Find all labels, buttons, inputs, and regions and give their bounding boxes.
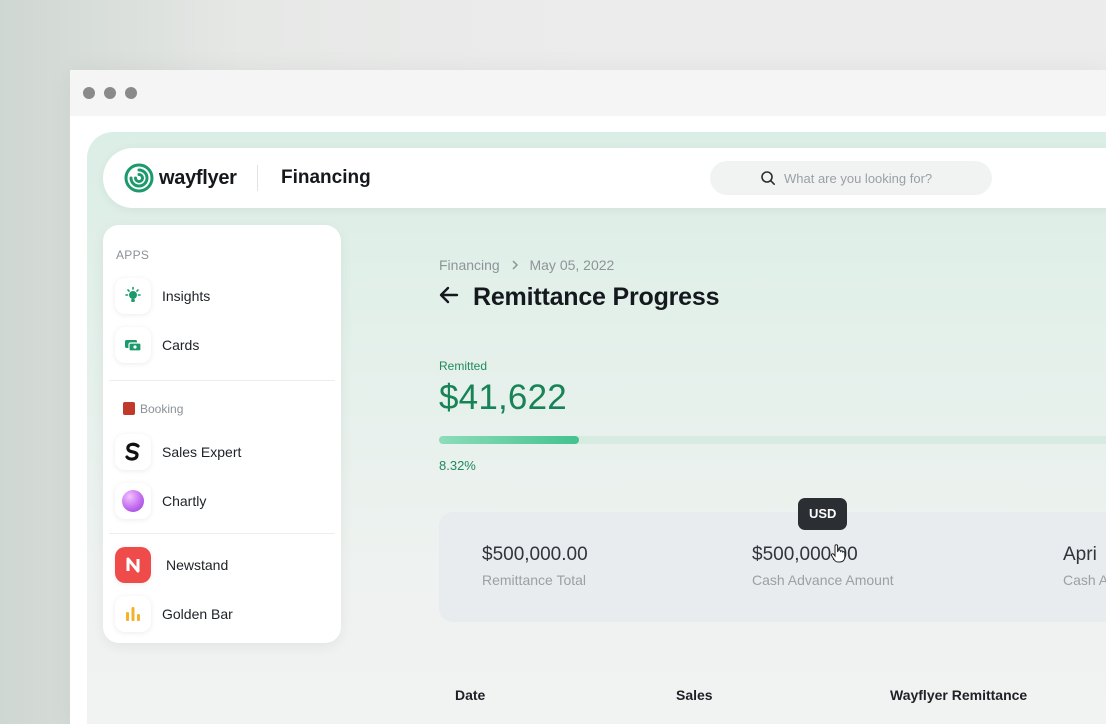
currency-tooltip: USD xyxy=(798,498,848,530)
browser-window: wayflyer Financing APPS xyxy=(70,70,1106,724)
stat-cash-advance-amount: $500,000.00 Cash Advance Amount xyxy=(752,544,894,588)
stat-label: Remittance Total xyxy=(482,572,587,588)
stat-label: Cash Advance Amount xyxy=(752,572,894,588)
table-header-sales[interactable]: Sales xyxy=(676,687,713,703)
chevron-right-icon xyxy=(511,257,519,273)
stat-value: Apri xyxy=(1063,544,1097,565)
golden-bar-icon xyxy=(115,596,151,632)
main-content: Financing May 05, 2022 Remittance Progre… xyxy=(439,132,1106,724)
back-arrow-icon[interactable] xyxy=(439,286,459,304)
stat-value[interactable]: $500,000.00 xyxy=(752,544,894,566)
stat-label: Cash A xyxy=(1063,572,1106,588)
sidebar-item-label: Sales Expert xyxy=(162,444,242,460)
stats-panel: $500,000.00 Remittance Total $500,000.00… xyxy=(439,512,1106,622)
hand-pointer-icon xyxy=(830,544,846,563)
sidebar-item-label: Chartly xyxy=(162,493,207,509)
sidebar-section-label: Booking xyxy=(140,402,184,416)
table-header-wayflyer-remittance[interactable]: Wayflyer Remittance xyxy=(890,687,1027,703)
window-minimize-control[interactable] xyxy=(104,87,116,99)
stat-remittance-total: $500,000.00 Remittance Total xyxy=(482,544,588,588)
sidebar-item-newstand[interactable]: Newstand xyxy=(115,544,329,586)
remitted-amount: $41,622 xyxy=(439,378,567,417)
sidebar-item-label: Cards xyxy=(162,337,200,353)
sales-expert-icon xyxy=(115,434,151,470)
window-close-control[interactable] xyxy=(83,87,95,99)
app-container: wayflyer Financing APPS xyxy=(87,132,1106,724)
sidebar-section-apps: APPS xyxy=(116,248,150,262)
table-header-date[interactable]: Date xyxy=(455,687,485,703)
sidebar-item-label: Golden Bar xyxy=(162,606,233,622)
brand-name[interactable]: wayflyer xyxy=(159,167,237,190)
page-title: Remittance Progress xyxy=(473,283,720,311)
wayflyer-logo-icon[interactable] xyxy=(123,162,155,194)
sidebar-item-golden-bar[interactable]: Golden Bar xyxy=(115,593,329,635)
sidebar-divider xyxy=(109,533,335,534)
book-icon xyxy=(123,402,135,415)
sidebar-item-label: Insights xyxy=(162,288,211,304)
breadcrumb-parent[interactable]: Financing xyxy=(439,257,500,273)
lightbulb-icon xyxy=(115,278,151,314)
remittance-progress-bar xyxy=(439,436,1106,444)
sidebar-item-label: Newstand xyxy=(166,557,229,573)
newstand-n-icon xyxy=(115,547,151,583)
breadcrumb-current: May 05, 2022 xyxy=(529,257,615,274)
window-maximize-control[interactable] xyxy=(125,87,137,99)
sidebar-section-booking: Booking xyxy=(123,402,183,416)
window-titlebar xyxy=(70,70,1106,116)
topbar-divider xyxy=(257,165,258,191)
remittance-progress-fill xyxy=(439,436,579,444)
remitted-label: Remitted xyxy=(439,359,488,373)
stat-value: $500,000.00 xyxy=(482,544,588,565)
stat-third: Apri Cash A xyxy=(1063,544,1106,588)
remittance-percent: 8.32% xyxy=(439,458,476,473)
sidebar-item-insights[interactable]: Insights xyxy=(115,275,329,317)
section-title: Financing xyxy=(281,167,371,188)
cards-icon xyxy=(115,327,151,363)
sidebar-item-chartly[interactable]: Chartly xyxy=(115,480,329,522)
sidebar: APPS Insights Cards Booking Sales Expert… xyxy=(103,225,341,643)
sidebar-divider xyxy=(109,380,335,381)
breadcrumb: Financing May 05, 2022 xyxy=(439,256,614,273)
sidebar-item-cards[interactable]: Cards xyxy=(115,324,329,366)
sidebar-item-sales-expert[interactable]: Sales Expert xyxy=(115,431,329,473)
chartly-orb-icon xyxy=(115,483,151,519)
